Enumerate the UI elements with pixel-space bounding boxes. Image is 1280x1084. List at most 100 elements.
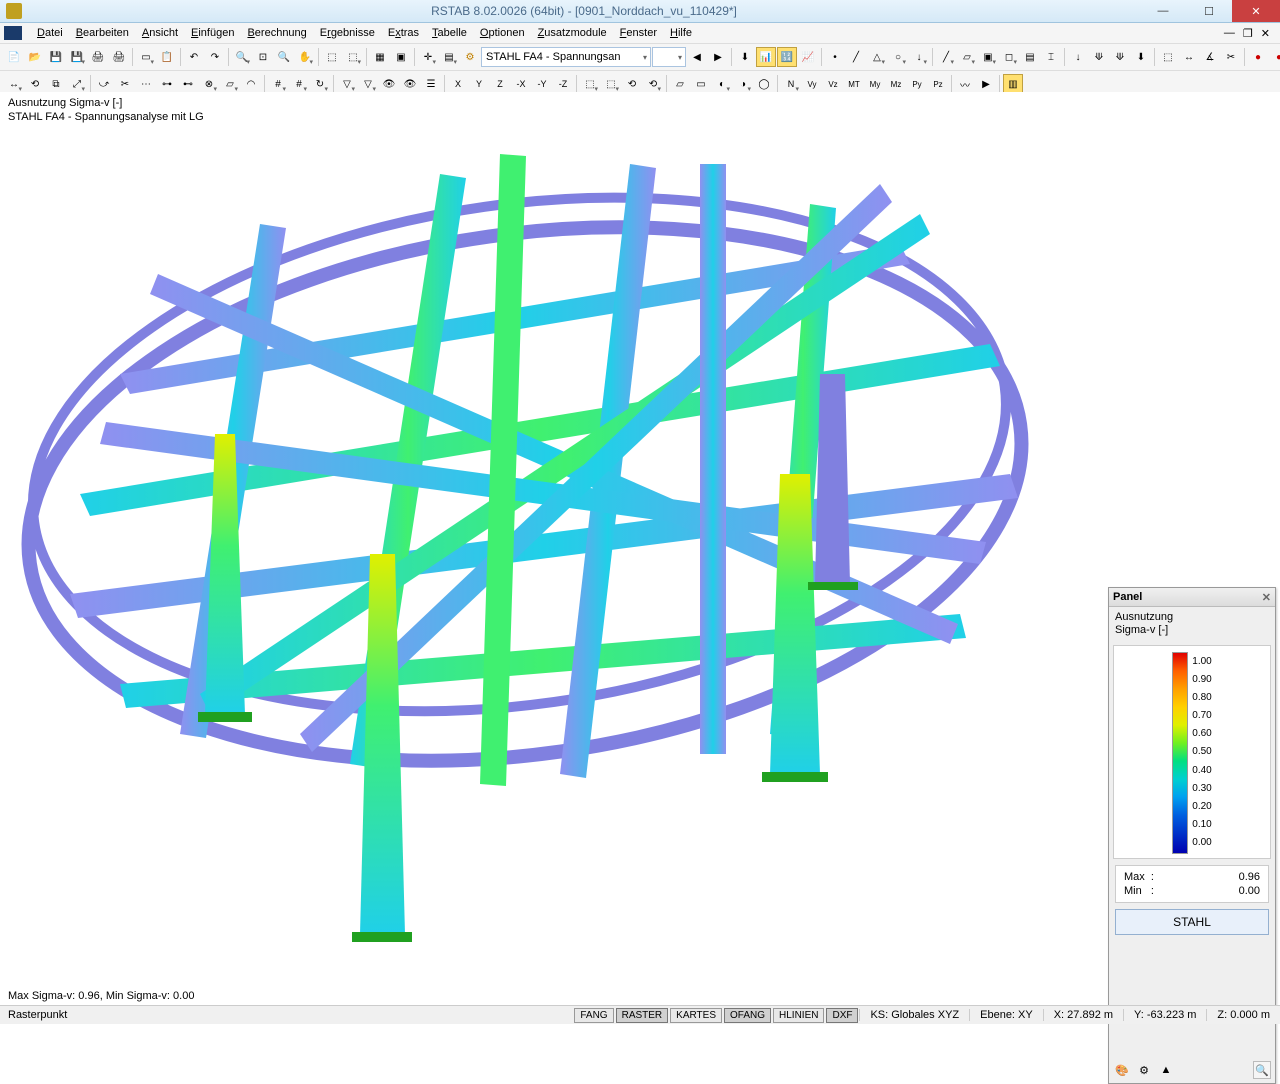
menu-fenster[interactable]: Fenster <box>614 25 663 41</box>
workplane-icon[interactable]: ▤ <box>439 47 459 67</box>
trim-icon[interactable]: ✂ <box>115 74 135 94</box>
diagram-icon[interactable]: 📈 <box>798 47 818 67</box>
number-nodes-icon[interactable]: # <box>268 74 288 94</box>
visibility-icon[interactable]: 👁 <box>400 74 420 94</box>
status-fang[interactable]: FANG <box>574 1008 613 1023</box>
angle-icon[interactable]: ∡ <box>1200 47 1220 67</box>
menu-bearbeiten[interactable]: Bearbeiten <box>70 25 135 41</box>
axis-neg-z-icon[interactable]: -Z <box>553 74 573 94</box>
join-icon[interactable]: ⊷ <box>178 74 198 94</box>
next-case-icon[interactable]: ▶ <box>708 47 728 67</box>
redo-icon[interactable]: ↷ <box>205 47 225 67</box>
orbit-icon[interactable]: ⟲ <box>643 74 663 94</box>
result-mz-icon[interactable]: Mz <box>886 74 906 94</box>
save-as-icon[interactable]: 💾 <box>67 47 87 67</box>
line-load-icon[interactable]: ⟱ <box>1110 47 1130 67</box>
mdi-close-icon[interactable]: ✕ <box>1261 27 1270 40</box>
minimize-button[interactable]: — <box>1140 0 1186 22</box>
menu-ergebnisse[interactable]: Ergebnisse <box>314 25 381 41</box>
deform-icon[interactable]: 〰 <box>955 74 975 94</box>
load-icon[interactable]: ↓ <box>909 47 929 67</box>
red2-icon[interactable]: ● <box>1269 47 1280 67</box>
node-icon[interactable]: • <box>825 47 845 67</box>
show-results-icon[interactable]: 📊 <box>756 47 776 67</box>
iso2-icon[interactable]: ⬚ <box>601 74 621 94</box>
menu-hilfe[interactable]: Hilfe <box>664 25 698 41</box>
show-values-icon[interactable]: 🔢 <box>777 47 797 67</box>
perspective-icon[interactable]: ▱ <box>670 74 690 94</box>
axis-neg-x-icon[interactable]: -X <box>511 74 531 94</box>
scale-icon[interactable]: ⤢ <box>67 74 87 94</box>
layers-icon[interactable]: ☰ <box>421 74 441 94</box>
open-icon[interactable]: 📂 <box>25 47 45 67</box>
wireframe-icon[interactable]: ▦ <box>370 47 390 67</box>
result-vy-icon[interactable]: Vy <box>802 74 822 94</box>
rotate-icon[interactable]: ⟲ <box>25 74 45 94</box>
result-mt-icon[interactable]: MT <box>844 74 864 94</box>
view-iso-icon[interactable]: ⬚ <box>322 47 342 67</box>
maximize-button[interactable]: ☐ <box>1186 0 1232 22</box>
transparent-icon[interactable]: ◯ <box>754 74 774 94</box>
result-n-icon[interactable]: N <box>781 74 801 94</box>
clip-icon[interactable]: ✂ <box>1221 47 1241 67</box>
mdi-restore-icon[interactable]: ❐ <box>1243 27 1253 40</box>
surface-load-icon[interactable]: ⬇ <box>1131 47 1151 67</box>
status-raster[interactable]: RASTER <box>616 1008 669 1023</box>
offset-icon[interactable]: ▱ <box>220 74 240 94</box>
menu-datei[interactable]: Datei <box>31 25 69 41</box>
panel-header[interactable]: Panel ✕ <box>1109 588 1275 607</box>
save-icon[interactable]: 💾 <box>46 47 66 67</box>
result-my-icon[interactable]: My <box>865 74 885 94</box>
mdi-minimize-icon[interactable]: — <box>1224 27 1235 40</box>
result-pz-icon[interactable]: Pz <box>928 74 948 94</box>
case-combo[interactable] <box>652 47 686 67</box>
gear-icon[interactable]: ⚙ <box>1135 1061 1153 1079</box>
nodal-load-icon[interactable]: ↓ <box>1068 47 1088 67</box>
menu-tabelle[interactable]: Tabelle <box>426 25 473 41</box>
prev-case-icon[interactable]: ◀ <box>687 47 707 67</box>
shading-icon[interactable]: ◑ <box>733 74 753 94</box>
solid-icon[interactable]: ▣ <box>391 47 411 67</box>
axis-x-icon[interactable]: X <box>448 74 468 94</box>
fillet-icon[interactable]: ◠ <box>241 74 261 94</box>
renumber-icon[interactable]: ↻ <box>310 74 330 94</box>
set-icon[interactable]: ▤ <box>1020 47 1040 67</box>
axis-y-icon[interactable]: Y <box>469 74 489 94</box>
print-preview-icon[interactable]: 🖨 <box>109 47 129 67</box>
distance-icon[interactable]: ↔ <box>1179 47 1199 67</box>
undo-icon[interactable]: ↶ <box>184 47 204 67</box>
menu-einfuegen[interactable]: Einfügen <box>185 25 240 41</box>
member-load-icon[interactable]: ⟱ <box>1089 47 1109 67</box>
filter2-icon[interactable]: ▽ <box>358 74 378 94</box>
filter1-icon[interactable]: ▽ <box>337 74 357 94</box>
rotate-view-icon[interactable]: ⟲ <box>622 74 642 94</box>
module-combo[interactable]: STAHL FA4 - Spannungsan <box>481 47 651 67</box>
magnify-icon[interactable]: 🔍 <box>1253 1061 1271 1079</box>
new-icon[interactable]: 📄 <box>4 47 24 67</box>
render-icon[interactable]: ◐ <box>712 74 732 94</box>
animate-icon[interactable]: ▶ <box>976 74 996 94</box>
member-icon[interactable]: ╱ <box>846 47 866 67</box>
panel-close-icon[interactable]: ✕ <box>1262 591 1271 604</box>
menu-zusatzmodule[interactable]: Zusatzmodule <box>532 25 613 41</box>
show-hide-icon[interactable]: 👁 <box>379 74 399 94</box>
view-x-icon[interactable]: ⬚ <box>343 47 363 67</box>
parallel-icon[interactable]: ▭ <box>691 74 711 94</box>
viewport-3d[interactable]: Ausnutzung Sigma-v [-] STAHL FA4 - Spann… <box>0 92 1280 1006</box>
select-box-icon[interactable]: ⬚ <box>1158 47 1178 67</box>
menu-optionen[interactable]: Optionen <box>474 25 531 41</box>
axis-z-icon[interactable]: Z <box>490 74 510 94</box>
mirror-icon[interactable]: ⧉ <box>46 74 66 94</box>
zoom-prev-icon[interactable]: 🔍 <box>274 47 294 67</box>
result-vz-icon[interactable]: Vz <box>823 74 843 94</box>
axis-neg-y-icon[interactable]: -Y <box>532 74 552 94</box>
extend-icon[interactable]: ⤻ <box>94 74 114 94</box>
close-button[interactable]: ✕ <box>1232 0 1280 22</box>
move-icon[interactable]: ↔ <box>4 74 24 94</box>
stahl-button[interactable]: STAHL <box>1115 909 1269 935</box>
intersect-icon[interactable]: ⊗ <box>199 74 219 94</box>
print-icon[interactable]: 🖨 <box>88 47 108 67</box>
status-ofang[interactable]: OFANG <box>724 1008 771 1023</box>
calc-icon[interactable]: ⚙ <box>460 47 480 67</box>
show-loads-icon[interactable]: ⬇ <box>735 47 755 67</box>
